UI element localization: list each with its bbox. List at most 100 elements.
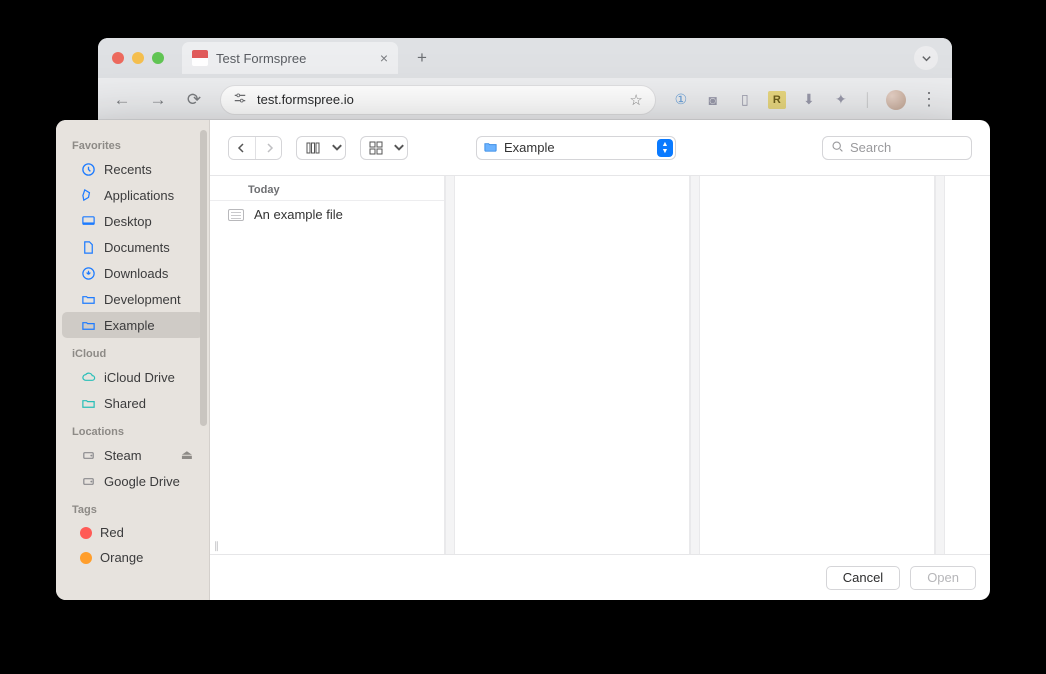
folder-icon [80,317,96,333]
column-divider[interactable] [935,176,945,554]
eject-icon[interactable]: ⏏ [181,447,193,463]
site-settings-icon[interactable] [233,91,247,108]
sidebar-item-recents[interactable]: Recents [62,156,203,182]
grid-icon [361,137,391,159]
extension-camera-icon[interactable]: ◙ [704,91,722,109]
sidebar-scrollbar[interactable] [200,130,207,426]
current-folder-popup[interactable]: Example ▲ ▼ [476,136,676,160]
folder-icon [80,395,96,411]
chevron-down-icon: ▼ [662,148,669,155]
nav-forward-button[interactable] [255,137,281,159]
clock-icon [80,161,96,177]
extensions-puzzle-icon[interactable]: ✦ [832,91,850,109]
window-maximize-button[interactable] [152,52,164,64]
tab-close-button[interactable]: × [380,50,388,66]
sidebar-item-steam[interactable]: Steam ⏏ [62,442,203,468]
sidebar-item-label: Recents [104,162,152,177]
column-view: Today An example file ∥ [210,176,990,554]
sidebar-item-label: Google Drive [104,474,180,489]
profile-avatar[interactable] [886,90,906,110]
dialog-footer: Cancel Open [210,554,990,600]
sidebar-item-label: Steam [104,448,142,463]
sidebar-item-example[interactable]: Example [62,312,203,338]
sidebar-section-locations: Locations [56,416,209,442]
sidebar-tag-orange[interactable]: Orange [62,545,203,570]
browser-toolbar: ← → ⟳ test.formspree.io ☆ ① ◙ ▯ R ⬇ ✦ │ … [98,78,952,122]
folder-icon [80,291,96,307]
tab-overflow-button[interactable] [914,46,938,70]
tag-dot-icon [80,552,92,564]
sidebar-item-label: Desktop [104,214,152,229]
bookmark-star-icon[interactable]: ☆ [629,91,642,109]
tab-title: Test Formspree [216,51,306,66]
sidebar-section-icloud: iCloud [56,338,209,364]
document-icon [80,239,96,255]
column-1[interactable]: Today An example file [210,176,445,554]
column-3[interactable] [700,176,935,554]
sidebar-item-label: Shared [104,396,146,411]
sidebar-item-desktop[interactable]: Desktop [62,208,203,234]
chevron-down-icon [921,53,932,64]
download-icon [80,265,96,281]
column-divider[interactable]: ∥ [445,176,455,554]
sidebar-item-icloud-drive[interactable]: iCloud Drive [62,364,203,390]
dialog-toolbar: Example ▲ ▼ [210,120,990,176]
cancel-button[interactable]: Cancel [826,566,900,590]
extension-icons: ① ◙ ▯ R ⬇ ✦ │ ⋮ [672,89,938,110]
file-name: An example file [254,207,343,222]
column-resize-handle[interactable]: ∥ [210,541,224,552]
sidebar-item-google-drive[interactable]: Google Drive [62,468,203,494]
search-input[interactable] [850,140,963,155]
search-icon [831,140,844,156]
column-2[interactable] [455,176,690,554]
sidebar-item-label: Downloads [104,266,168,281]
sidebar-item-applications[interactable]: Applications [62,182,203,208]
current-folder-label: Example [504,140,555,155]
extension-1password-icon[interactable]: ① [672,91,690,109]
file-open-dialog: Favorites Recents Applications Desktop D… [56,120,990,600]
nav-back-button[interactable]: ← [112,90,132,110]
column-4[interactable] [945,176,985,554]
columns-view-icon [297,137,329,159]
sidebar-item-shared[interactable]: Shared [62,390,203,416]
nav-forward-button[interactable]: → [148,90,168,110]
file-row[interactable]: An example file [210,201,444,228]
sidebar-item-label: Example [104,318,155,333]
chevron-down-icon [329,137,345,159]
sidebar-item-development[interactable]: Development [62,286,203,312]
chevron-down-icon [391,137,407,159]
sidebar-item-documents[interactable]: Documents [62,234,203,260]
folder-popup-stepper[interactable]: ▲ ▼ [657,139,673,157]
disk-icon [80,447,96,463]
traffic-lights [112,52,164,64]
extension-notes-icon[interactable]: ▯ [736,91,754,109]
sidebar-tag-red[interactable]: Red [62,520,203,545]
cancel-button-label: Cancel [843,570,883,585]
new-tab-button[interactable]: + [408,48,436,68]
group-by-selector[interactable] [360,136,408,160]
address-bar[interactable]: test.formspree.io ☆ [220,85,656,115]
nav-history-segment [228,136,282,160]
window-minimize-button[interactable] [132,52,144,64]
open-button[interactable]: Open [910,566,976,590]
app-icon [80,187,96,203]
desktop-icon [80,213,96,229]
reload-button[interactable]: ⟳ [184,90,204,110]
cloud-icon [80,369,96,385]
extension-download-icon[interactable]: ⬇ [800,91,818,109]
search-field[interactable] [822,136,972,160]
extension-r-icon[interactable]: R [768,91,786,109]
url-text: test.formspree.io [257,92,354,107]
file-icon [228,209,244,221]
open-button-label: Open [927,570,959,585]
browser-menu-button[interactable]: ⋮ [920,89,938,110]
column-divider[interactable] [690,176,700,554]
nav-back-button[interactable] [229,137,255,159]
view-mode-selector[interactable] [296,136,346,160]
sidebar-section-favorites: Favorites [56,130,209,156]
column-date-header: Today [210,180,444,201]
tab-favicon-icon [192,50,208,66]
sidebar-item-downloads[interactable]: Downloads [62,260,203,286]
browser-tab[interactable]: Test Formspree × [182,42,398,74]
window-close-button[interactable] [112,52,124,64]
